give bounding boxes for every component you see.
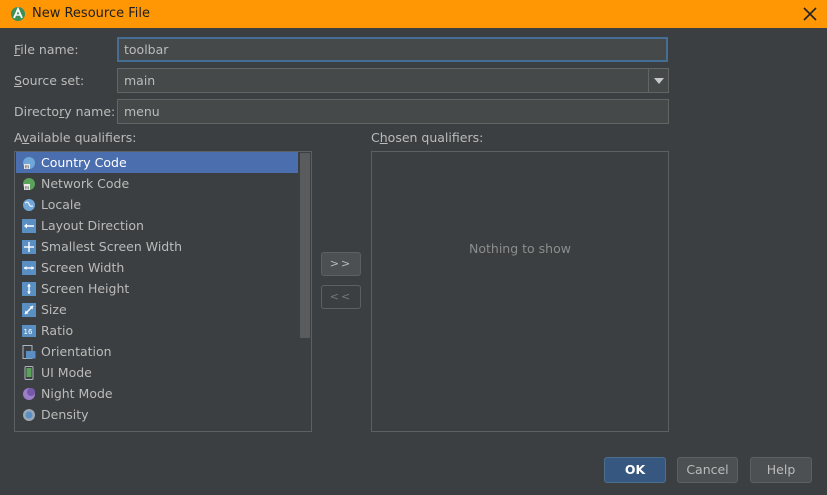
list-item-screen-width[interactable]: Screen Width (16, 257, 298, 278)
list-item-density[interactable]: Density (16, 404, 298, 425)
available-qualifiers-label: Available qualifiers: (14, 130, 137, 145)
directory-name-input[interactable] (117, 99, 669, 124)
network-code-icon: m (23, 177, 35, 191)
source-set-label: Source set: (14, 73, 85, 88)
smallest-width-icon (22, 239, 36, 254)
available-qualifiers-list[interactable]: m Country Code m Network Code Locale Lay… (14, 151, 312, 432)
list-item-partial (16, 425, 298, 431)
list-item-ratio[interactable]: 16 Ratio (16, 320, 298, 341)
globe-icon (23, 198, 35, 211)
remove-qualifier-button[interactable]: << (321, 285, 361, 309)
list-item-orientation[interactable]: Orientation (16, 341, 298, 362)
night-mode-icon (23, 387, 35, 400)
file-name-label: File name: (14, 42, 79, 57)
source-set-value: main (124, 73, 156, 88)
list-item-size[interactable]: Size (16, 299, 298, 320)
ok-button[interactable]: OK (604, 457, 666, 483)
svg-text:m: m (25, 185, 30, 191)
list-item-night-mode[interactable]: Night Mode (16, 383, 298, 404)
directory-name-label: Directory name: (14, 104, 116, 119)
layout-direction-icon (22, 218, 36, 233)
window-title: New Resource File (32, 6, 150, 21)
list-item-screen-height[interactable]: Screen Height (16, 278, 298, 299)
add-qualifier-button[interactable]: >> (321, 252, 361, 276)
orientation-icon (22, 344, 36, 359)
country-code-icon: m (23, 156, 35, 170)
screen-width-icon (22, 260, 36, 275)
empty-state-text: Nothing to show (469, 241, 571, 256)
android-studio-icon (11, 6, 25, 21)
list-item-layout-direction[interactable]: Layout Direction (16, 215, 298, 236)
cancel-button[interactable]: Cancel (677, 457, 738, 483)
list-item-country-code[interactable]: m Country Code (16, 152, 298, 173)
list-item-ui-mode[interactable]: UI Mode (16, 362, 298, 383)
chosen-qualifiers-list[interactable]: Nothing to show (371, 151, 669, 432)
ratio-icon: 16 (22, 324, 36, 337)
close-icon[interactable] (801, 5, 819, 23)
help-button[interactable]: Help (750, 457, 812, 483)
chosen-qualifiers-label: Chosen qualifiers: (371, 130, 484, 145)
source-set-combo[interactable]: main (117, 68, 669, 93)
list-item-network-code[interactable]: m Network Code (16, 173, 298, 194)
file-name-input[interactable] (117, 37, 668, 62)
partial-item-icon (22, 430, 36, 431)
size-icon (22, 302, 36, 317)
density-icon (23, 408, 35, 421)
screen-height-icon (22, 281, 36, 296)
svg-text:16: 16 (24, 328, 33, 336)
ui-mode-icon (24, 365, 34, 380)
title-bar: New Resource File (0, 0, 827, 28)
list-item-locale[interactable]: Locale (16, 194, 298, 215)
chevron-down-icon[interactable] (648, 69, 668, 92)
list-item-smallest-screen-width[interactable]: Smallest Screen Width (16, 236, 298, 257)
svg-text:m: m (25, 164, 30, 170)
list-scrollbar[interactable] (300, 153, 310, 338)
